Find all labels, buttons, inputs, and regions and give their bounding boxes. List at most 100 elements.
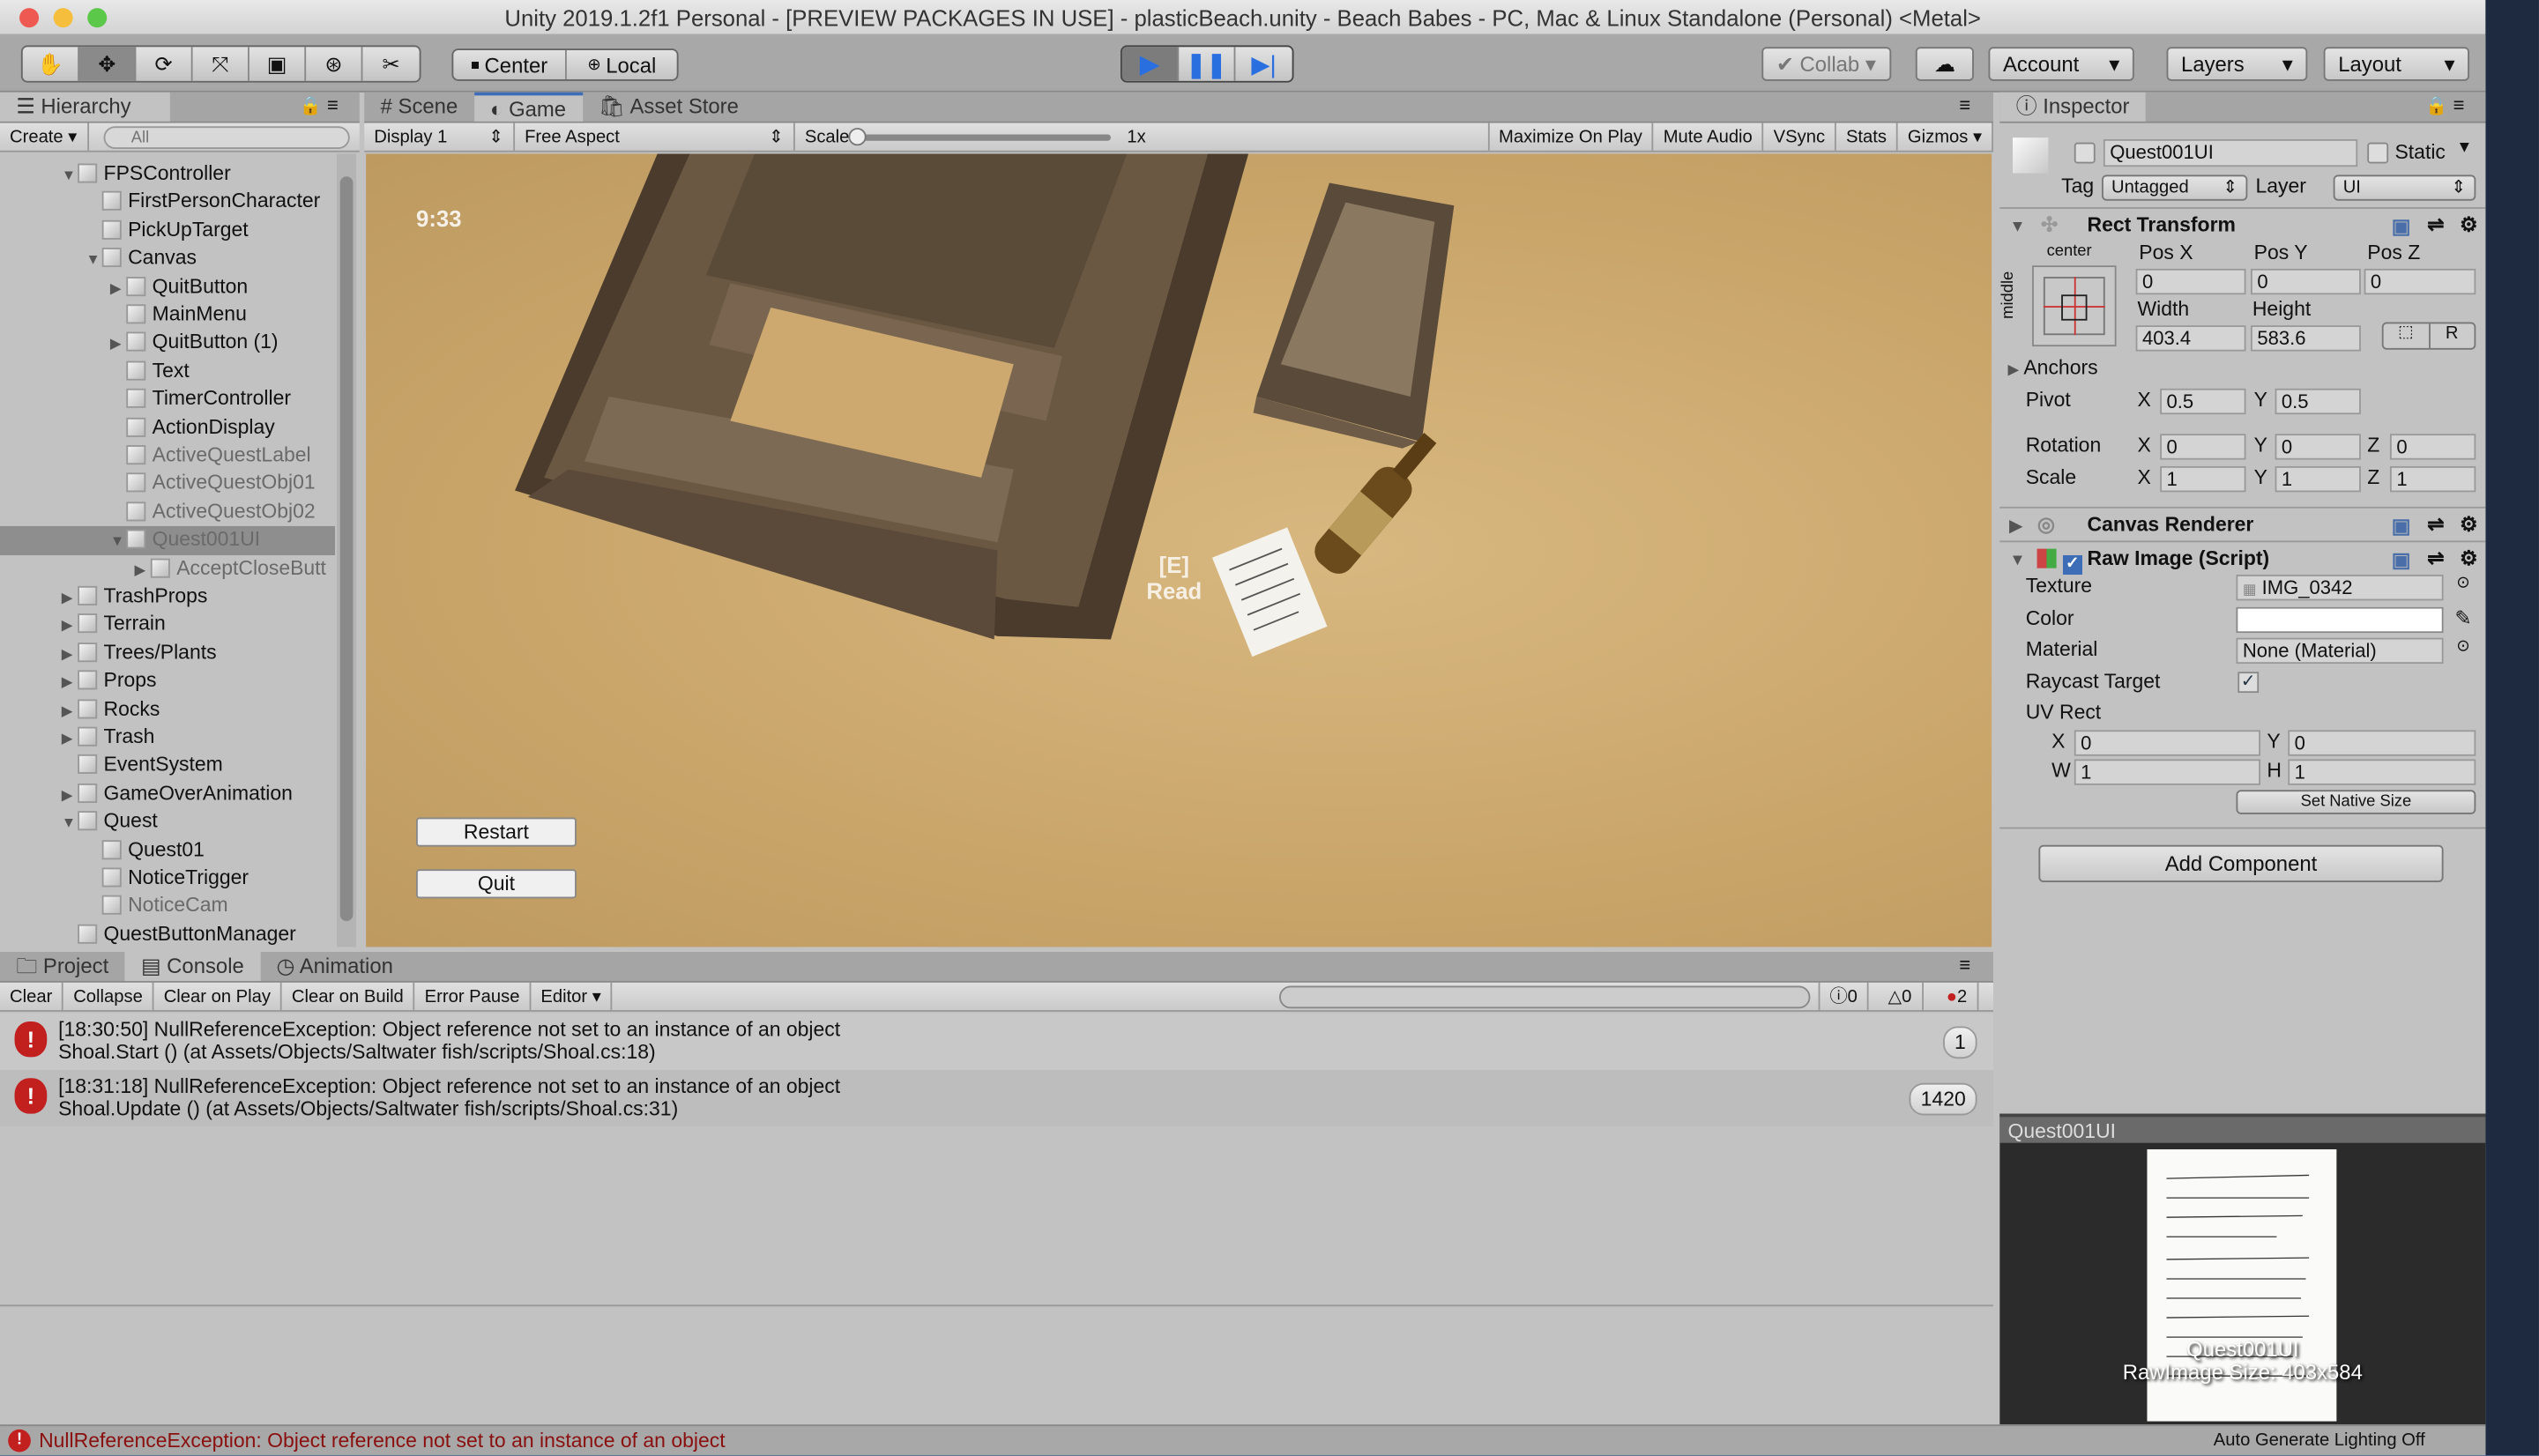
- scale-z-input[interactable]: 1: [2389, 465, 2476, 493]
- uv-w-input[interactable]: 1: [2074, 759, 2261, 785]
- uv-y-input[interactable]: 0: [2288, 730, 2476, 756]
- tab-hierarchy[interactable]: ☰ Hierarchy: [0, 92, 170, 122]
- enabled-checkbox[interactable]: ✓: [2062, 554, 2082, 576]
- color-swatch[interactable]: [2236, 606, 2444, 634]
- hierarchy-item[interactable]: QuestButtonManager: [0, 921, 335, 947]
- hierarchy-item[interactable]: ▶ QuitButton: [0, 273, 335, 301]
- custom-tool-icon[interactable]: ✂: [362, 47, 419, 81]
- stats-toggle[interactable]: Stats: [1836, 123, 1898, 151]
- collapse-arrow-icon[interactable]: ▼: [62, 162, 78, 189]
- collapse-arrow-icon[interactable]: ▼: [2009, 219, 2025, 236]
- set-native-size-button[interactable]: Set Native Size: [2236, 790, 2476, 814]
- console-detail-divider[interactable]: [0, 1304, 1993, 1307]
- object-picker-icon[interactable]: ⊙: [2456, 638, 2469, 656]
- clear-on-build-button[interactable]: Clear on Build: [282, 982, 415, 1011]
- rect-transform-header[interactable]: ▼ ✣ Rect Transform ▣ ⇌ ⚙: [1999, 207, 2486, 241]
- move-icon[interactable]: ✥: [78, 47, 137, 81]
- tag-dropdown[interactable]: Untagged ⇕: [2102, 175, 2248, 201]
- hierarchy-item[interactable]: NoticeTrigger: [0, 865, 335, 893]
- hierarchy-item[interactable]: ▶ QuitButton (1): [0, 330, 335, 358]
- rect-icon[interactable]: ▣: [249, 47, 307, 81]
- rotation-y-input[interactable]: 0: [2275, 434, 2361, 460]
- expand-arrow-icon[interactable]: ▶: [62, 613, 78, 640]
- expand-arrow-icon[interactable]: ▶: [110, 331, 126, 358]
- hierarchy-item[interactable]: PickUpTarget: [0, 217, 335, 245]
- collapse-arrow-icon[interactable]: ▼: [62, 810, 78, 837]
- maximize-on-play-toggle[interactable]: Maximize On Play: [1487, 123, 1654, 151]
- panel-menu-icon[interactable]: ≡: [1959, 94, 1970, 117]
- pos-z-input[interactable]: 0: [2364, 268, 2476, 295]
- close-window-button[interactable]: [19, 8, 40, 28]
- panel-menu-icon[interactable]: ≡: [327, 94, 339, 117]
- expand-arrow-icon[interactable]: ▶: [62, 725, 78, 753]
- gear-icon[interactable]: ⚙: [2460, 209, 2478, 241]
- hierarchy-item[interactable]: ActiveQuestLabel: [0, 442, 335, 470]
- tab-animation[interactable]: ◷ Animation: [260, 952, 409, 981]
- scale-track[interactable]: [852, 134, 1111, 141]
- anchor-presets-button[interactable]: [2032, 265, 2117, 347]
- console-entry[interactable]: ! [18:31:18] NullReferenceException: Obj…: [0, 1070, 1993, 1127]
- hierarchy-item[interactable]: ▶ Trees/Plants: [0, 639, 335, 667]
- hierarchy-item[interactable]: Text: [0, 358, 335, 386]
- rotation-x-input[interactable]: 0: [2160, 434, 2246, 460]
- collapse-arrow-icon[interactable]: ▼: [2009, 552, 2025, 569]
- preset-icon[interactable]: ⇌: [2427, 509, 2444, 541]
- hierarchy-item[interactable]: ▶ AcceptCloseButt: [0, 554, 335, 583]
- hierarchy-item[interactable]: MainMenu: [0, 301, 335, 330]
- hierarchy-item[interactable]: NoticeCam: [0, 893, 335, 921]
- warning-filter-toggle[interactable]: △0: [1879, 982, 1924, 1012]
- add-component-button[interactable]: Add Component: [2038, 844, 2444, 883]
- lock-icon[interactable]: 🔒: [300, 95, 322, 116]
- anchors-foldout[interactable]: ▶ Anchors: [2008, 356, 2098, 379]
- pause-button[interactable]: ❚❚: [1179, 47, 1236, 81]
- pos-y-input[interactable]: 0: [2251, 268, 2361, 295]
- texture-field[interactable]: ▦ IMG_0342: [2236, 575, 2444, 601]
- hierarchy-item[interactable]: FirstPersonCharacter: [0, 189, 335, 217]
- hierarchy-item[interactable]: ActionDisplay: [0, 413, 335, 442]
- aspect-dropdown[interactable]: Free Aspect ⇕: [515, 123, 795, 151]
- raycast-target-checkbox[interactable]: ✓: [2237, 672, 2260, 694]
- hierarchy-item[interactable]: ▶ Props: [0, 667, 335, 695]
- lock-icon[interactable]: 🔒: [2425, 95, 2447, 116]
- panel-menu-icon[interactable]: ≡: [1959, 954, 1970, 977]
- tab-inspector[interactable]: ⓘ Inspector: [1999, 92, 2146, 122]
- tab-scene[interactable]: # Scene: [364, 93, 473, 122]
- layout-dropdown[interactable]: Layout ▾: [2323, 47, 2469, 81]
- uv-x-input[interactable]: 0: [2074, 730, 2261, 756]
- scale-y-input[interactable]: 1: [2275, 465, 2361, 493]
- restart-button[interactable]: Restart: [416, 817, 577, 847]
- active-checkbox[interactable]: [2074, 142, 2096, 164]
- raw-edit-button[interactable]: R: [2430, 323, 2475, 348]
- scale-x-input[interactable]: 1: [2160, 465, 2246, 493]
- hierarchy-item[interactable]: Quest01: [0, 836, 335, 865]
- step-button[interactable]: ▶|: [1235, 47, 1292, 81]
- tab-asset-store[interactable]: 🛍 Asset Store: [582, 93, 755, 122]
- expand-arrow-icon[interactable]: ▶: [110, 274, 126, 301]
- transform-icon[interactable]: ⊛: [306, 47, 363, 81]
- hierarchy-item[interactable]: EventSystem: [0, 752, 335, 780]
- console-entry[interactable]: ! [18:30:50] NullReferenceException: Obj…: [0, 1013, 1993, 1071]
- canvas-renderer-header[interactable]: ▶ ◎ Canvas Renderer ▣ ⇌ ⚙: [1999, 506, 2486, 541]
- pos-x-input[interactable]: 0: [2135, 268, 2246, 295]
- tab-console[interactable]: ▤ Console: [124, 951, 261, 982]
- expand-arrow-icon[interactable]: ▶: [62, 669, 78, 696]
- error-pause-button[interactable]: Error Pause: [415, 982, 532, 1011]
- material-field[interactable]: None (Material): [2236, 637, 2444, 665]
- gameobject-icon[interactable]: [2013, 137, 2049, 174]
- minimize-window-button[interactable]: [53, 8, 73, 28]
- help-icon[interactable]: ▣: [2392, 544, 2411, 576]
- pivot-x-input[interactable]: 0.5: [2160, 388, 2246, 415]
- object-name-input[interactable]: Quest001UI: [2103, 138, 2358, 167]
- expand-arrow-icon[interactable]: ▶: [2009, 518, 2022, 536]
- hierarchy-item[interactable]: ActiveQuestObj01: [0, 470, 335, 498]
- hierarchy-item[interactable]: ▶ Terrain: [0, 611, 335, 639]
- width-input[interactable]: 403.4: [2135, 325, 2246, 352]
- help-icon[interactable]: ▣: [2392, 510, 2411, 543]
- object-picker-icon[interactable]: ⊙: [2456, 575, 2469, 592]
- layer-dropdown[interactable]: UI ⇕: [2333, 175, 2476, 201]
- layers-dropdown[interactable]: Layers ▾: [2166, 47, 2308, 81]
- collapse-arrow-icon[interactable]: ▼: [86, 247, 101, 274]
- zoom-window-button[interactable]: [87, 8, 108, 28]
- pivot-y-input[interactable]: 0.5: [2275, 388, 2361, 415]
- collab-dropdown[interactable]: ✔ Collab ▾: [1761, 47, 1891, 81]
